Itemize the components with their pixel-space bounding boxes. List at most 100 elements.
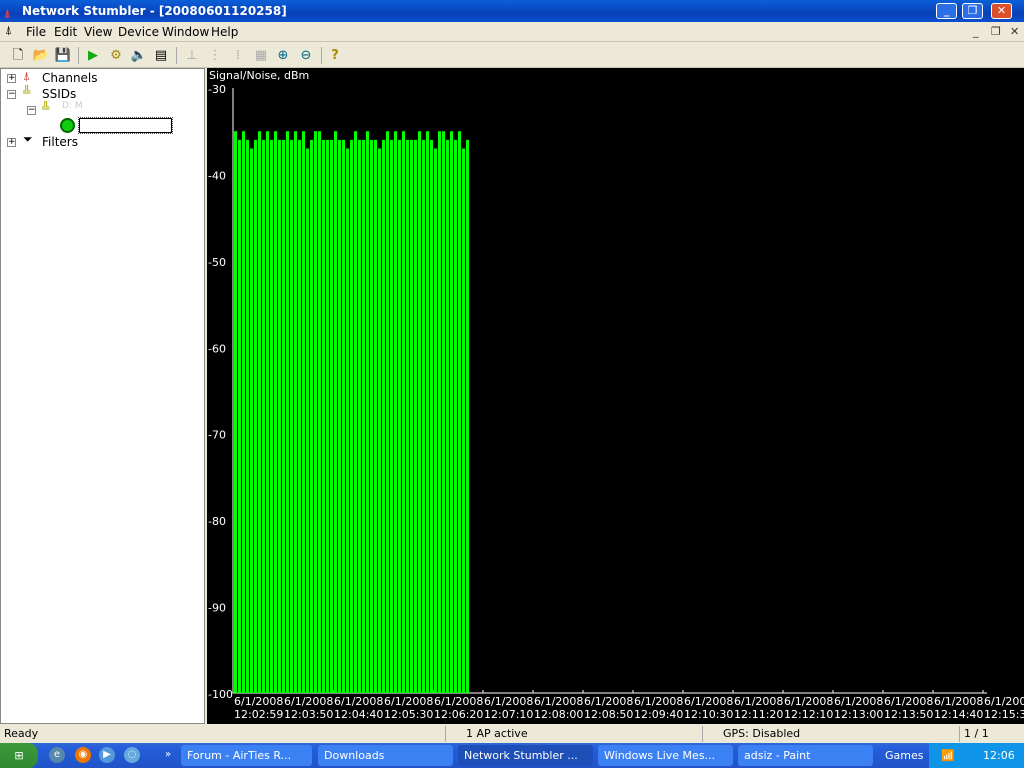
x-tick-label: 12:04:40 — [334, 708, 383, 721]
speaker-icon[interactable]: 🔈 — [129, 46, 149, 65]
task-downloads[interactable]: Downloads — [318, 745, 453, 766]
x-tick-label: 12:08:00 — [534, 708, 583, 721]
zoom-out-icon[interactable]: ⊖ — [296, 46, 316, 65]
signal-bar — [386, 131, 389, 693]
network-icon: ╩ — [23, 85, 31, 99]
signal-bar — [266, 131, 269, 693]
mdi-close-button[interactable]: ✕ — [1010, 25, 1019, 38]
signal-bar — [426, 131, 429, 693]
x-tick-label: 6/1/2008 — [334, 695, 383, 708]
games-toolbar[interactable]: Games — [885, 743, 923, 768]
help-icon[interactable]: ? — [325, 46, 345, 65]
signal-bar — [394, 131, 397, 693]
app-icon: ⍋ — [4, 7, 11, 20]
close-button[interactable]: ✕ — [991, 3, 1012, 19]
x-tick-label: 6/1/2008 — [284, 695, 333, 708]
rename-input[interactable] — [78, 117, 173, 134]
save-icon[interactable]: 💾 — [53, 46, 73, 65]
signal-bar — [354, 131, 357, 693]
task-live-messenger[interactable]: Windows Live Mes... — [598, 745, 733, 766]
media-player-icon[interactable]: ▶ — [99, 747, 115, 763]
window-title: Network Stumbler - [20080601120258] — [22, 4, 287, 18]
new-icon[interactable]: 🗋 — [8, 46, 28, 65]
signal-bar — [274, 131, 277, 693]
signal-bar — [258, 131, 261, 693]
y-tick-label: -90 — [208, 602, 226, 615]
signal-bar — [446, 139, 449, 693]
firefox-icon[interactable]: ◉ — [75, 747, 91, 763]
ie-icon[interactable]: e — [49, 747, 65, 763]
expand-channels[interactable]: + — [7, 74, 16, 83]
toolbar: 🗋 📂 💾 ▶ ⚙ 🔈 ▤ ⊥ ⋮ ⁞ ▦ ⊕ ⊖ ? — [0, 43, 1024, 68]
x-tick-label: 12:10:30 — [684, 708, 733, 721]
status-ready: Ready — [4, 727, 39, 740]
system-tray: 📶 12:06 — [929, 743, 1024, 768]
x-tick-label: 6/1/2008 — [734, 695, 783, 708]
signal-bar — [250, 148, 253, 693]
signal-bar — [370, 139, 373, 693]
minimize-button[interactable]: _ — [936, 3, 957, 19]
signal-bar — [454, 139, 457, 693]
menu-view[interactable]: View — [84, 25, 112, 39]
x-tick-label: 12:13:50 — [884, 708, 933, 721]
menu-device[interactable]: Device — [118, 25, 159, 39]
network-icon[interactable]: 📶 — [941, 743, 955, 768]
tree-item-ssids[interactable]: SSIDs — [42, 87, 76, 101]
grid-icon[interactable]: ▦ — [251, 46, 271, 65]
menu-edit[interactable]: Edit — [54, 25, 77, 39]
play-icon[interactable]: ▶ — [83, 46, 103, 65]
zoom-in-icon[interactable]: ⊕ — [273, 46, 293, 65]
tree-item-ssid[interactable]: D: M — [62, 101, 83, 111]
properties-icon[interactable]: ▤ — [151, 46, 171, 65]
task-paint[interactable]: adsiz - Paint — [738, 745, 873, 766]
tree-panel: + ⍋ Channels − ╩ SSIDs − ╩ D: M + ⏷ Filt… — [0, 68, 205, 724]
signal-bar — [322, 139, 325, 693]
signal-bar — [298, 139, 301, 693]
signal-bar — [418, 131, 421, 693]
list2-icon[interactable]: ⁞ — [228, 46, 248, 65]
signal-bar — [438, 131, 441, 693]
signal-bar — [434, 148, 437, 693]
title-bar: ⍋ Network Stumbler - [20080601120258] _ … — [0, 0, 1024, 22]
signal-bar — [378, 148, 381, 693]
x-tick-label: 12:12:10 — [784, 708, 833, 721]
restore-button[interactable]: ❐ — [962, 3, 983, 19]
x-tick-label: 12:05:30 — [384, 708, 433, 721]
tree-item-channels[interactable]: Channels — [42, 71, 98, 85]
signal-bar — [346, 148, 349, 693]
mdi-restore-button[interactable]: ❐ — [991, 25, 1001, 38]
signal-bar — [238, 139, 241, 693]
signal-bar — [422, 139, 425, 693]
signal-bar — [278, 139, 281, 693]
signal-bar — [314, 131, 317, 693]
signal-bar — [302, 131, 305, 693]
task-forum[interactable]: Forum - AirTies R... — [181, 745, 312, 766]
tree-icon[interactable]: ⊥ — [182, 46, 202, 65]
signal-bar — [410, 139, 413, 693]
collapse-ssid[interactable]: − — [27, 106, 36, 115]
y-tick-label: -30 — [208, 83, 226, 96]
taskbar: ⊞ e ◉ ▶ ◌ » Forum - AirTies R... Downloa… — [0, 743, 1024, 768]
x-tick-label: 6/1/2008 — [634, 695, 683, 708]
clock: 12:06 — [983, 749, 1015, 762]
gear-icon[interactable]: ⚙ — [106, 46, 126, 65]
antenna-icon: ⍋ — [23, 69, 31, 83]
mdi-minimize-button[interactable]: _ — [973, 25, 979, 38]
menu-help[interactable]: Help — [211, 25, 238, 39]
quicklaunch-icon[interactable]: ◌ — [124, 747, 140, 763]
start-button[interactable]: ⊞ — [0, 743, 38, 768]
collapse-ssids[interactable]: − — [7, 90, 16, 99]
menu-window[interactable]: Window — [162, 25, 209, 39]
doc-icon[interactable]: ⍋ — [5, 23, 12, 38]
tree-item-filters[interactable]: Filters — [42, 135, 78, 149]
signal-chart: Signal/Noise, dBm -30 -40 -50 -60 -70 -80 -90 -… — [207, 68, 1024, 724]
signal-bar — [374, 139, 377, 693]
x-tick-label: 6/1/2008 — [934, 695, 983, 708]
task-network-stumbler[interactable]: Network Stumbler ... — [458, 745, 593, 766]
expand-filters[interactable]: + — [7, 138, 16, 147]
menu-file[interactable]: File — [26, 25, 46, 39]
list-icon[interactable]: ⋮ — [205, 46, 225, 65]
open-icon[interactable]: 📂 — [31, 46, 51, 65]
signal-bar — [414, 139, 417, 693]
chevron-icon[interactable]: » — [160, 747, 176, 763]
